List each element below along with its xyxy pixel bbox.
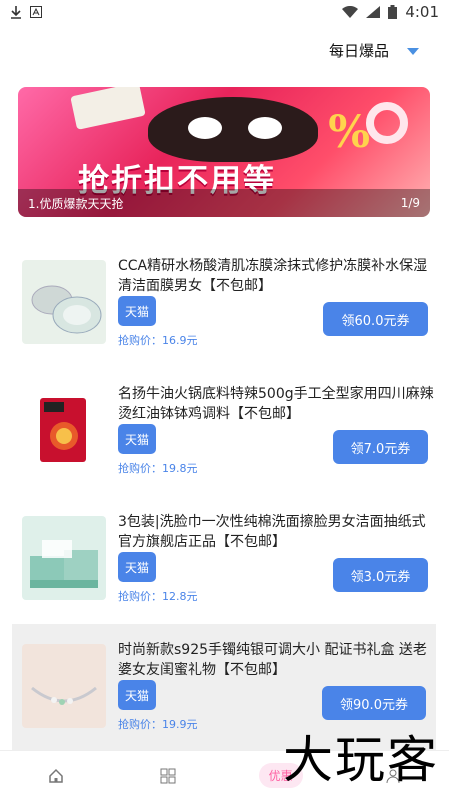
product-title[interactable]: CCA精研水杨酸清肌冻膜涂抹式修护冻膜补水保湿清洁面膜男女【不包邮】 <box>118 256 436 296</box>
header: 每日爆品 <box>329 40 419 61</box>
app-notification-icon <box>30 6 42 18</box>
shop-tag: 天猫 <box>118 424 156 454</box>
product-price: 抢购价：19.8元 <box>118 462 198 475</box>
product-list: CCA精研水杨酸清肌冻膜涂抹式修护冻膜补水保湿清洁面膜男女【不包邮】 天猫 抢购… <box>0 240 449 752</box>
grid-icon <box>160 768 176 783</box>
cat-eye-right <box>248 117 282 139</box>
product-title[interactable]: 3包装|洗脸巾一次性纯棉洗面擦脸男女洁面抽纸式官方旗舰店正品【不包邮】 <box>118 512 436 552</box>
coupon-button[interactable]: 领60.0元券 <box>323 302 428 336</box>
home-icon <box>49 768 63 783</box>
promo-banner[interactable]: % 抢折扣不用等 1.优质爆款天天抢 1/9 <box>18 87 430 217</box>
percent-graphic: % <box>328 107 370 158</box>
signal-icon <box>366 6 381 18</box>
page-title[interactable]: 每日爆品 <box>329 40 389 61</box>
tab-category[interactable] <box>112 768 224 784</box>
battery-icon <box>388 5 398 19</box>
shop-tag: 天猫 <box>118 680 156 710</box>
product-item[interactable]: 名扬牛油火锅底料特辣500g手工全型家用四川麻辣烫红油钵钵鸡调料【不包邮】 天猫… <box>0 368 449 496</box>
product-title[interactable]: 名扬牛油火锅底料特辣500g手工全型家用四川麻辣烫红油钵钵鸡调料【不包邮】 <box>118 384 436 424</box>
tmall-cat-graphic <box>148 97 318 162</box>
coupon-button[interactable]: 领3.0元券 <box>333 558 428 592</box>
product-price: 抢购价：19.9元 <box>118 718 198 731</box>
coupon-button[interactable]: 领7.0元券 <box>333 430 428 464</box>
bottom-tab-bar: 优惠 <box>0 750 449 800</box>
product-item[interactable]: 时尚新款s925手镯纯银可调大小 配证书礼盒 送老婆女友闺蜜礼物【不包邮】 天猫… <box>12 624 436 752</box>
banner-caption-text: 1.优质爆款天天抢 <box>28 196 124 211</box>
status-bar: 4:01 <box>0 0 449 24</box>
product-price: 抢购价：12.8元 <box>118 590 198 603</box>
banner-pager: 1/9 <box>400 196 420 210</box>
product-title[interactable]: 时尚新款s925手镯纯银可调大小 配证书礼盒 送老婆女友闺蜜礼物【不包邮】 <box>118 640 430 680</box>
shop-tag: 天猫 <box>118 296 156 326</box>
product-thumbnail <box>22 516 106 600</box>
chevron-down-icon[interactable] <box>407 48 419 55</box>
product-item[interactable]: CCA精研水杨酸清肌冻膜涂抹式修护冻膜补水保湿清洁面膜男女【不包邮】 天猫 抢购… <box>0 240 449 368</box>
cat-eye-left <box>188 117 222 139</box>
product-price: 抢购价：16.9元 <box>118 334 198 347</box>
product-thumbnail <box>22 388 106 472</box>
clock: 4:01 <box>405 3 439 21</box>
product-thumbnail <box>22 644 106 728</box>
product-item[interactable]: 3包装|洗脸巾一次性纯棉洗面擦脸男女洁面抽纸式官方旗舰店正品【不包邮】 天猫 抢… <box>0 496 449 624</box>
banner-caption: 1.优质爆款天天抢 1/9 <box>18 189 430 217</box>
download-icon <box>11 6 21 19</box>
product-thumbnail <box>22 260 106 344</box>
tab-profile[interactable] <box>337 768 449 784</box>
tab-discount-label: 优惠 <box>258 763 303 788</box>
coupon-button[interactable]: 领90.0元券 <box>322 686 426 720</box>
tab-home[interactable] <box>0 768 112 784</box>
shop-tag: 天猫 <box>118 552 156 582</box>
profile-icon <box>386 769 400 783</box>
milk-carton-graphic <box>70 87 146 130</box>
ring-graphic <box>366 102 408 144</box>
tab-discount[interactable]: 优惠 <box>225 763 337 788</box>
wifi-icon <box>342 6 359 18</box>
